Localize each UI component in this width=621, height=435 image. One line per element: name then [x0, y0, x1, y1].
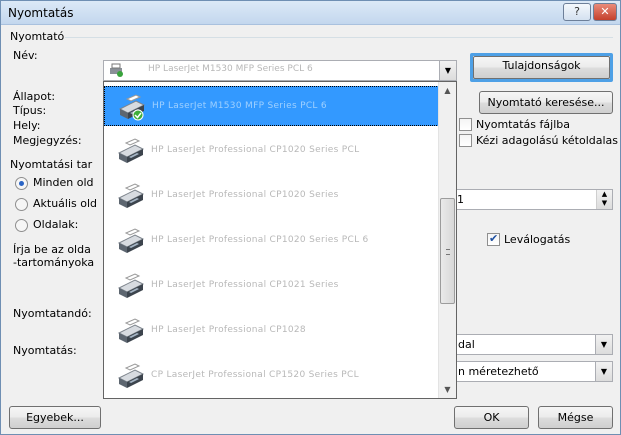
chevron-down-icon[interactable]: ▼: [595, 335, 612, 354]
print-label: Nyomtatás:: [13, 344, 77, 357]
printer-icon: [117, 138, 145, 163]
range-hint-line1: Írja be az olda: [13, 243, 91, 256]
printer-list-item-label: HP LaserJet Professional CP1020 Series: [151, 190, 339, 200]
printer-list-item[interactable]: HP LaserJet Professional CP1020 Series P…: [104, 131, 439, 171]
copies-spinner[interactable]: 1 ▲ ▼: [453, 189, 613, 210]
properties-button[interactable]: Tulajdonságok: [470, 53, 613, 82]
printer-group-label: Nyomtató: [10, 30, 65, 43]
title-bar: Nyomtatás ? ✕: [1, 1, 620, 25]
options-button[interactable]: Egyebek...: [9, 406, 101, 429]
range-hint-line2: -tartományoka: [13, 256, 95, 269]
scroll-up-icon[interactable]: ▲: [439, 82, 456, 99]
printer-list-item-label: HP LaserJet Professional CP1021 Series: [151, 280, 339, 290]
printer-icon: [117, 228, 145, 253]
printer-list-item[interactable]: HP LaserJet Professional CP1020 Series P…: [104, 221, 439, 261]
printer-icon: [110, 63, 123, 77]
printer-dropdown-list[interactable]: HP LaserJet M1530 MFP Series PCL 6 HP Las…: [103, 81, 457, 399]
printer-list-item[interactable]: CP LaserJet Professional CP1520 Series P…: [104, 356, 439, 396]
help-button[interactable]: ?: [563, 3, 591, 21]
printer-list-item-label: HP LaserJet Professional CP1028: [151, 325, 306, 335]
printer-icon: [117, 273, 145, 298]
current-page-radio[interactable]: [15, 198, 28, 211]
printer-list-item-label: CP LaserJet Professional CP1520 Series P…: [151, 370, 359, 380]
printer-list-item[interactable]: HP LaserJet Professional CP1021 Series: [104, 266, 439, 306]
cancel-button[interactable]: Mégse: [538, 406, 613, 429]
print-to-file-label: Nyomtatás fájlba: [476, 118, 570, 131]
grip-icon: [446, 249, 450, 255]
name-label: Név:: [13, 49, 38, 62]
all-pages-label: Minden old: [33, 176, 94, 189]
printer-select[interactable]: HP LaserJet M1530 MFP Series PCL 6 ▼: [103, 60, 457, 81]
spin-arrows-icon[interactable]: ▲ ▼: [596, 190, 612, 209]
print-to-file-checkbox[interactable]: [459, 118, 472, 131]
pages-radio[interactable]: [15, 219, 28, 232]
print-what-label: Nyomtatandó:: [13, 307, 92, 320]
status-label: Állapot:: [13, 90, 56, 103]
print-dialog: Nyomtatás ? ✕ Nyomtató Név: Állapot: Típ…: [0, 0, 621, 435]
range-group-label: Nyomtatási tar: [10, 158, 93, 171]
printer-icon: [117, 363, 145, 388]
where-label: Hely:: [13, 119, 41, 132]
dropdown-scrollbar[interactable]: ▲ ▼: [438, 82, 456, 398]
printer-icon: [117, 183, 145, 208]
manual-duplex-label: Kézi adagolású kétoldalas: [476, 134, 619, 147]
chevron-down-icon[interactable]: ▼: [595, 362, 612, 381]
dialog-title: Nyomtatás: [8, 6, 74, 20]
printer-group-divider: [65, 37, 613, 38]
printer-icon: [117, 318, 145, 343]
copies-value: 1: [457, 193, 464, 206]
ok-button[interactable]: OK: [454, 406, 529, 429]
properties-button-label: Tulajdonságok: [473, 56, 610, 79]
comment-label: Megjegyzés:: [13, 134, 82, 147]
printer-list-item[interactable]: HP LaserJet Professional CP1028: [104, 311, 439, 351]
scroll-down-icon[interactable]: ▼: [439, 381, 456, 398]
print-what-value: dal: [458, 338, 475, 351]
printer-select-value: HP LaserJet M1530 MFP Series PCL 6: [148, 64, 313, 74]
printer-list-item-label: HP LaserJet Professional CP1020 Series P…: [151, 145, 360, 155]
all-pages-radio[interactable]: [15, 177, 28, 190]
printer-list-item[interactable]: HP LaserJet Professional CP1020 Series: [104, 176, 439, 216]
print-what-select[interactable]: dal ▼: [453, 334, 613, 355]
type-label: Típus:: [13, 104, 47, 117]
find-printer-button[interactable]: Nyomtató keresése...: [479, 91, 613, 114]
manual-duplex-checkbox[interactable]: [459, 134, 472, 147]
printer-list-item[interactable]: HP LaserJet M1530 MFP Series PCL 6: [104, 86, 439, 126]
close-button[interactable]: ✕: [593, 3, 617, 21]
chevron-down-icon[interactable]: ▼: [439, 61, 456, 80]
printer-list-item-label: HP LaserJet M1530 MFP Series PCL 6: [152, 101, 327, 111]
scroll-thumb[interactable]: [440, 198, 455, 304]
collate-label: Leválogatás: [504, 233, 571, 246]
printer-list-item-label: HP LaserJet Professional CP1020 Series P…: [151, 235, 369, 245]
scale-select[interactable]: n méretezhető ▼: [453, 361, 613, 382]
pages-label: Oldalak:: [33, 218, 79, 231]
printer-icon: [118, 94, 146, 121]
collate-checkbox[interactable]: [487, 232, 500, 246]
current-page-label: Aktuális old: [33, 197, 98, 210]
scale-value: n méretezhető: [458, 365, 539, 378]
